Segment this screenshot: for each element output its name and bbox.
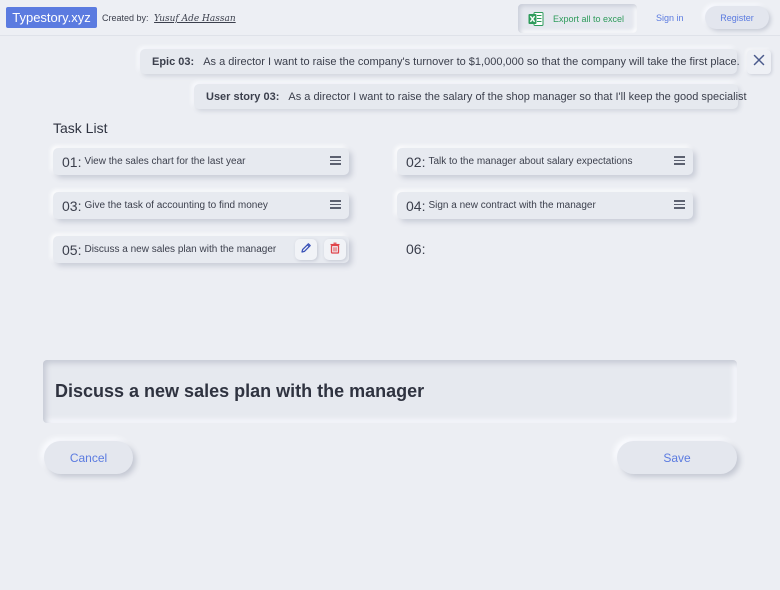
user-story-banner: User story 03: As a director I want to r…	[194, 84, 747, 109]
task-number: 02:	[406, 153, 426, 170]
story-label: User story 03:	[206, 90, 280, 103]
cancel-button[interactable]: Cancel	[44, 441, 133, 474]
task-text: View the sales chart for the last year	[84, 156, 246, 167]
close-button[interactable]	[747, 50, 771, 74]
edit-button[interactable]	[295, 239, 317, 260]
task-list-title: Task List	[53, 120, 108, 136]
export-label: Export all to excel	[553, 13, 625, 24]
task-card[interactable]: 03: Give the task of accounting to find …	[53, 192, 349, 219]
task-card-selected[interactable]: 05: Discuss a new sales plan with the ma…	[53, 236, 349, 263]
menu-icon[interactable]	[674, 200, 685, 211]
story-text: As a director I want to raise the salary…	[288, 90, 747, 103]
task-number: 04:	[406, 197, 426, 214]
task-slot-empty[interactable]: 06:	[406, 241, 425, 257]
export-excel-button[interactable]: Export all to excel	[518, 4, 637, 33]
menu-icon[interactable]	[330, 200, 341, 211]
author-link[interactable]: Yusuf Ade Hassan	[154, 14, 236, 24]
task-card[interactable]: 01: View the sales chart for the last ye…	[53, 148, 349, 175]
excel-icon	[528, 11, 544, 27]
created-by: Created by: Yusuf Ade Hassan	[102, 13, 236, 24]
signin-link[interactable]: Sign in	[656, 13, 684, 23]
top-header: Typestory.xyz Created by: Yusuf Ade Hass…	[0, 0, 780, 36]
task-edit-input[interactable]: Discuss a new sales plan with the manage…	[43, 360, 737, 423]
task-text: Talk to the manager about salary expecta…	[428, 156, 633, 167]
epic-banner: Epic 03: As a director I want to raise t…	[140, 49, 740, 74]
task-number: 01:	[62, 153, 82, 170]
task-text: Discuss a new sales plan with the manage…	[84, 244, 277, 255]
task-number: 05:	[62, 241, 82, 258]
task-text: Give the task of accounting to find mone…	[84, 200, 268, 211]
epic-text: As a director I want to raise the compan…	[203, 55, 740, 68]
pencil-icon	[300, 242, 312, 257]
task-card[interactable]: 04: Sign a new contract with the manager	[397, 192, 693, 219]
task-number: 03:	[62, 197, 82, 214]
task-text: Sign a new contract with the manager	[428, 200, 596, 211]
delete-button[interactable]	[324, 239, 346, 260]
trash-icon	[329, 242, 341, 257]
created-by-label: Created by:	[102, 13, 149, 23]
register-button[interactable]: Register	[705, 6, 769, 29]
epic-label: Epic 03:	[152, 55, 195, 68]
task-number: 06:	[406, 241, 426, 257]
brand-logo[interactable]: Typestory.xyz	[6, 7, 97, 28]
close-icon	[753, 53, 765, 71]
menu-icon[interactable]	[674, 156, 685, 167]
task-card[interactable]: 02: Talk to the manager about salary exp…	[397, 148, 693, 175]
save-button[interactable]: Save	[617, 441, 737, 474]
menu-icon[interactable]	[330, 156, 341, 167]
